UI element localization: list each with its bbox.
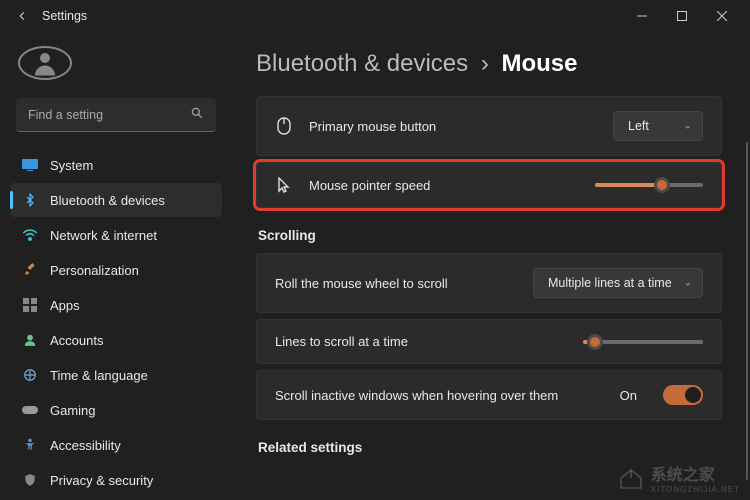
search-input[interactable]: Find a setting [16,98,216,132]
sidebar-item-label: Network & internet [50,228,157,243]
window-title: Settings [42,9,87,23]
sidebar: Find a setting System Bluetooth & device… [0,32,228,500]
mouse-pointer-speed-row: Mouse pointer speed [256,162,722,208]
watermark: 系统之家 XITONGZHIJIA.NET [617,461,740,494]
sidebar-item-accounts[interactable]: Accounts [10,323,222,357]
sidebar-item-label: System [50,158,93,173]
titlebar: Settings [0,0,750,32]
search-placeholder: Find a setting [28,108,103,122]
toggle-state-text: On [620,388,637,403]
pointer-speed-slider[interactable] [595,183,703,187]
setting-label: Primary mouse button [309,119,436,134]
sidebar-item-network[interactable]: Network & internet [10,218,222,252]
sidebar-item-gaming[interactable]: Gaming [10,393,222,427]
sidebar-item-label: Accounts [50,333,103,348]
select-value: Left [628,119,649,133]
breadcrumb-current: Mouse [501,50,577,77]
sidebar-item-label: Gaming [50,403,96,418]
main-content: Bluetooth & devices › Mouse Primary mous… [228,32,750,500]
wheel-scroll-row: Roll the mouse wheel to scroll Multiple … [256,253,722,313]
account-icon [22,332,38,348]
mouse-icon [275,117,293,135]
chevron-down-icon: ⌄ [684,278,692,289]
breadcrumb: Bluetooth & devices › Mouse [256,50,722,78]
sidebar-item-privacy[interactable]: Privacy & security [10,463,222,497]
sidebar-item-label: Apps [50,298,80,313]
slider-thumb[interactable] [587,334,603,350]
setting-label: Scroll inactive windows when hovering ov… [275,388,558,403]
primary-button-select[interactable]: Left ⌄ [613,111,703,141]
accessibility-icon [22,437,38,453]
search-icon [190,106,204,123]
primary-mouse-button-row: Primary mouse button Left ⌄ [256,96,722,156]
bluetooth-icon [22,192,38,208]
scrolling-heading: Scrolling [258,228,722,243]
scrollbar[interactable] [746,142,748,480]
sidebar-item-apps[interactable]: Apps [10,288,222,322]
sidebar-item-label: Accessibility [50,438,121,453]
sidebar-item-label: Bluetooth & devices [50,193,165,208]
sidebar-item-system[interactable]: System [10,148,222,182]
settings-window: Settings Find a setting System Blueto [0,0,750,500]
pointer-icon [275,177,293,193]
avatar[interactable] [18,46,72,80]
apps-icon [22,297,38,313]
nav-list: System Bluetooth & devices Network & int… [10,148,222,497]
wifi-icon [22,227,38,243]
related-settings-heading: Related settings [258,440,722,455]
sidebar-item-personalization[interactable]: Personalization [10,253,222,287]
maximize-button[interactable] [662,0,702,32]
minimize-button[interactable] [622,0,662,32]
select-value: Multiple lines at a time [548,276,672,290]
brush-icon [22,262,38,278]
inactive-scroll-row: Scroll inactive windows when hovering ov… [256,370,722,420]
lines-at-time-row: Lines to scroll at a time [256,319,722,364]
breadcrumb-parent[interactable]: Bluetooth & devices [256,50,468,77]
lines-at-time-slider[interactable] [583,340,703,344]
sidebar-item-label: Privacy & security [50,473,153,488]
clock-globe-icon [22,367,38,383]
wheel-scroll-select[interactable]: Multiple lines at a time ⌄ [533,268,703,298]
sidebar-item-bluetooth-devices[interactable]: Bluetooth & devices [10,183,222,217]
toggle-knob [685,387,701,403]
inactive-scroll-toggle[interactable] [663,385,703,405]
chevron-right-icon: › [481,50,489,77]
close-button[interactable] [702,0,742,32]
sidebar-item-label: Time & language [50,368,148,383]
shield-icon [22,472,38,488]
sidebar-item-time-language[interactable]: Time & language [10,358,222,392]
chevron-down-icon: ⌄ [684,121,692,132]
back-button[interactable] [8,9,36,23]
gaming-icon [22,402,38,418]
slider-thumb[interactable] [654,177,670,193]
setting-label: Mouse pointer speed [309,178,430,193]
setting-label: Roll the mouse wheel to scroll [275,276,448,291]
sidebar-item-label: Personalization [50,263,139,278]
sidebar-item-accessibility[interactable]: Accessibility [10,428,222,462]
monitor-icon [22,157,38,173]
setting-label: Lines to scroll at a time [275,334,408,349]
